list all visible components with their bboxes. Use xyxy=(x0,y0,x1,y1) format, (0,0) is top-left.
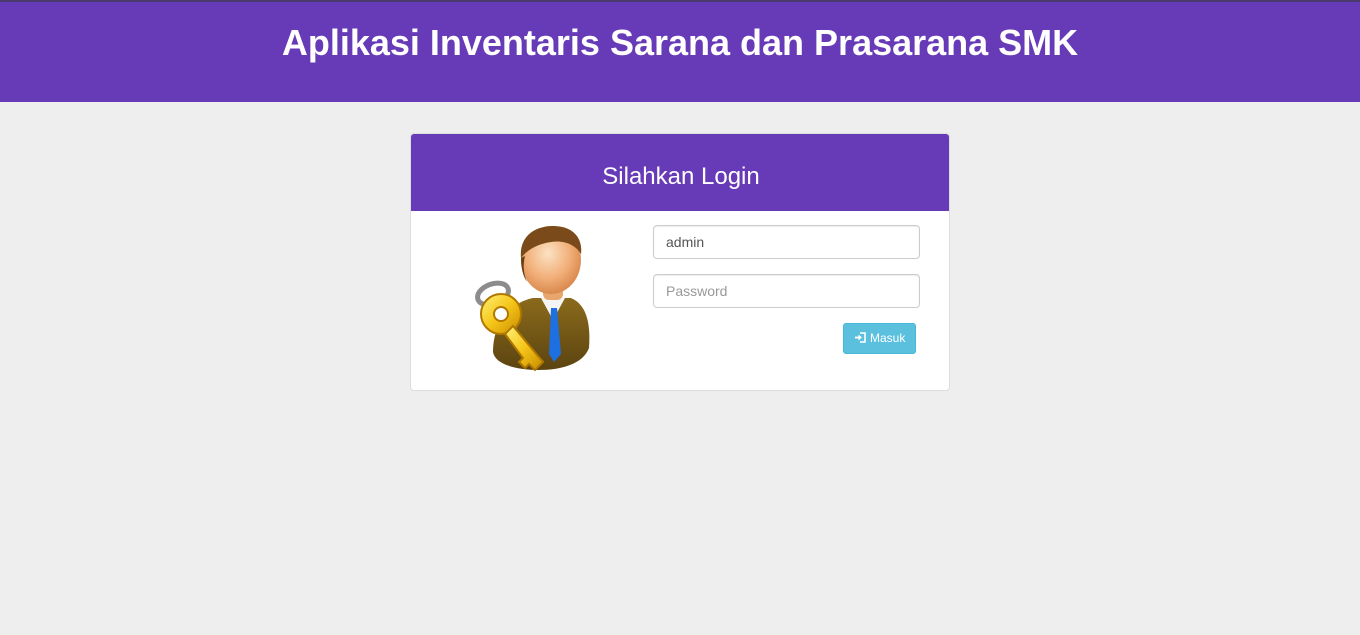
password-field[interactable] xyxy=(653,274,920,308)
username-field[interactable] xyxy=(653,225,920,259)
app-title: Aplikasi Inventaris Sarana dan Prasarana… xyxy=(281,22,1079,63)
login-button-label: Masuk xyxy=(870,331,906,345)
login-panel-heading: Silahkan Login xyxy=(411,134,949,211)
login-panel: Silahkan Login admin Masuk xyxy=(410,133,950,391)
top-header: Aplikasi Inventaris Sarana dan Prasarana… xyxy=(0,0,1360,102)
log-in-icon xyxy=(854,332,866,343)
user-key-icon xyxy=(475,226,590,372)
login-button[interactable]: Masuk xyxy=(843,323,916,354)
